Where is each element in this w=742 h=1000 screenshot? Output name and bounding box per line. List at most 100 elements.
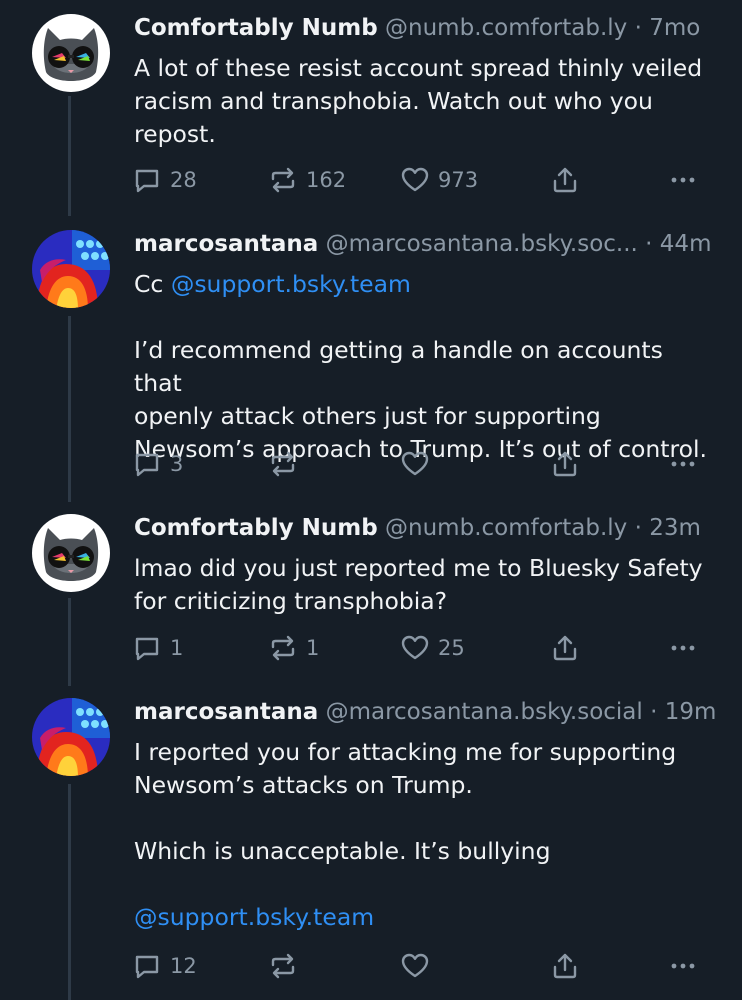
text-line: Which is unacceptable. It’s bullying xyxy=(134,837,551,865)
post-text: lmao did you just reported me to Bluesky… xyxy=(134,552,718,618)
repost-count: 162 xyxy=(306,168,347,192)
more-options-button[interactable] xyxy=(668,950,698,982)
more-icon xyxy=(668,165,698,195)
separator: · xyxy=(645,231,653,257)
mention-link[interactable]: @support.bsky.team xyxy=(171,270,411,298)
share-icon xyxy=(550,951,580,981)
post-actions: 12 xyxy=(132,950,707,982)
timestamp[interactable]: 23m xyxy=(649,515,701,541)
post-actions: 1 1 25 xyxy=(132,632,707,664)
text-line: I’d recommend getting a handle on accoun… xyxy=(134,336,663,397)
profile-photo-avatar-image xyxy=(32,698,110,776)
post-actions: 3 xyxy=(132,448,707,480)
post-header: marcosantana @marcosantana.bsky.soc... ·… xyxy=(134,228,722,260)
heart-icon xyxy=(400,951,430,981)
post-header: Comfortably Numb @numb.comfortab.ly · 7m… xyxy=(134,12,722,44)
reply-icon xyxy=(132,951,162,981)
text-prefix: Cc xyxy=(134,270,171,298)
reply-button[interactable]: 28 xyxy=(132,164,197,196)
text-line: I reported you for attacking me for supp… xyxy=(134,738,677,766)
text-line: Newsom’s attacks on Trump. xyxy=(134,771,473,799)
author-handle[interactable]: @numb.comfortab.ly xyxy=(385,15,627,41)
avatar[interactable] xyxy=(32,514,110,592)
author-handle[interactable]: @numb.comfortab.ly xyxy=(385,515,627,541)
more-icon xyxy=(668,449,698,479)
avatar[interactable] xyxy=(32,230,110,308)
reply-button[interactable]: 1 xyxy=(132,632,183,664)
timestamp[interactable]: 44m xyxy=(660,231,712,257)
heart-icon xyxy=(400,633,430,663)
post[interactable]: Comfortably Numb @numb.comfortab.ly · 7m… xyxy=(0,12,742,208)
cat-avatar-image xyxy=(32,14,110,92)
text-line: Cc @support.bsky.team xyxy=(134,268,718,301)
share-button[interactable] xyxy=(550,632,580,664)
text-line: lmao did you just reported me to Bluesky… xyxy=(134,554,703,582)
repost-button[interactable] xyxy=(268,950,298,982)
post[interactable]: Comfortably Numb @numb.comfortab.ly · 23… xyxy=(0,512,742,682)
author-name[interactable]: marcosantana xyxy=(134,231,318,257)
post-header: marcosantana @marcosantana.bsky.social ·… xyxy=(134,696,722,728)
author-name[interactable]: marcosantana xyxy=(134,699,318,725)
repost-icon xyxy=(268,449,298,479)
repost-icon xyxy=(268,951,298,981)
author-handle[interactable]: @marcosantana.bsky.social xyxy=(326,699,643,725)
timestamp[interactable]: 19m xyxy=(665,699,717,725)
text-line: racism and transphobia. Watch out who yo… xyxy=(134,87,653,115)
like-button[interactable] xyxy=(400,448,430,480)
like-button[interactable]: 973 xyxy=(400,164,478,196)
post-text: I reported you for attacking me for supp… xyxy=(134,736,718,934)
author-name[interactable]: Comfortably Numb xyxy=(134,515,378,541)
text-line: A lot of these resist account spread thi… xyxy=(134,54,703,82)
reply-count: 28 xyxy=(170,168,197,192)
more-icon xyxy=(668,633,698,663)
reply-count: 12 xyxy=(170,954,197,978)
cat-avatar-image xyxy=(32,514,110,592)
separator: · xyxy=(634,15,642,41)
reply-button[interactable]: 12 xyxy=(132,950,197,982)
separator: · xyxy=(650,699,658,725)
reply-icon xyxy=(132,165,162,195)
profile-photo-avatar-image xyxy=(32,230,110,308)
like-count: 25 xyxy=(438,636,465,660)
repost-count: 1 xyxy=(306,636,320,660)
post-header: Comfortably Numb @numb.comfortab.ly · 23… xyxy=(134,512,722,544)
post-text: A lot of these resist account spread thi… xyxy=(134,52,718,151)
reply-count: 1 xyxy=(170,636,184,660)
repost-button[interactable]: 1 xyxy=(268,632,319,664)
post[interactable]: marcosantana @marcosantana.bsky.soc... ·… xyxy=(0,228,742,498)
author-name[interactable]: Comfortably Numb xyxy=(134,15,378,41)
more-options-button[interactable] xyxy=(668,164,698,196)
post-text: Cc @support.bsky.team I’d recommend gett… xyxy=(134,268,718,466)
post[interactable]: marcosantana @marcosantana.bsky.social ·… xyxy=(0,696,742,1000)
reply-icon xyxy=(132,633,162,663)
share-button[interactable] xyxy=(550,448,580,480)
author-handle[interactable]: @marcosantana.bsky.soc... xyxy=(326,231,638,257)
more-options-button[interactable] xyxy=(668,448,698,480)
reply-icon xyxy=(132,449,162,479)
avatar[interactable] xyxy=(32,14,110,92)
post-actions: 28 162 973 xyxy=(132,164,707,196)
repost-icon xyxy=(268,165,298,195)
text-line: for criticizing transphobia? xyxy=(134,587,448,615)
more-options-button[interactable] xyxy=(668,632,698,664)
like-button[interactable]: 25 xyxy=(400,632,465,664)
like-button[interactable] xyxy=(400,950,430,982)
repost-button[interactable] xyxy=(268,448,298,480)
share-button[interactable] xyxy=(550,950,580,982)
heart-icon xyxy=(400,449,430,479)
share-button[interactable] xyxy=(550,164,580,196)
reply-count: 3 xyxy=(170,452,184,476)
share-icon xyxy=(550,449,580,479)
heart-icon xyxy=(400,165,430,195)
reply-button[interactable]: 3 xyxy=(132,448,183,480)
share-icon xyxy=(550,633,580,663)
repost-icon xyxy=(268,633,298,663)
share-icon xyxy=(550,165,580,195)
repost-button[interactable]: 162 xyxy=(268,164,346,196)
more-icon xyxy=(668,951,698,981)
timestamp[interactable]: 7mo xyxy=(649,15,700,41)
text-line: openly attack others just for supporting xyxy=(134,402,601,430)
mention-link[interactable]: @support.bsky.team xyxy=(134,903,374,931)
avatar[interactable] xyxy=(32,698,110,776)
like-count: 973 xyxy=(438,168,479,192)
